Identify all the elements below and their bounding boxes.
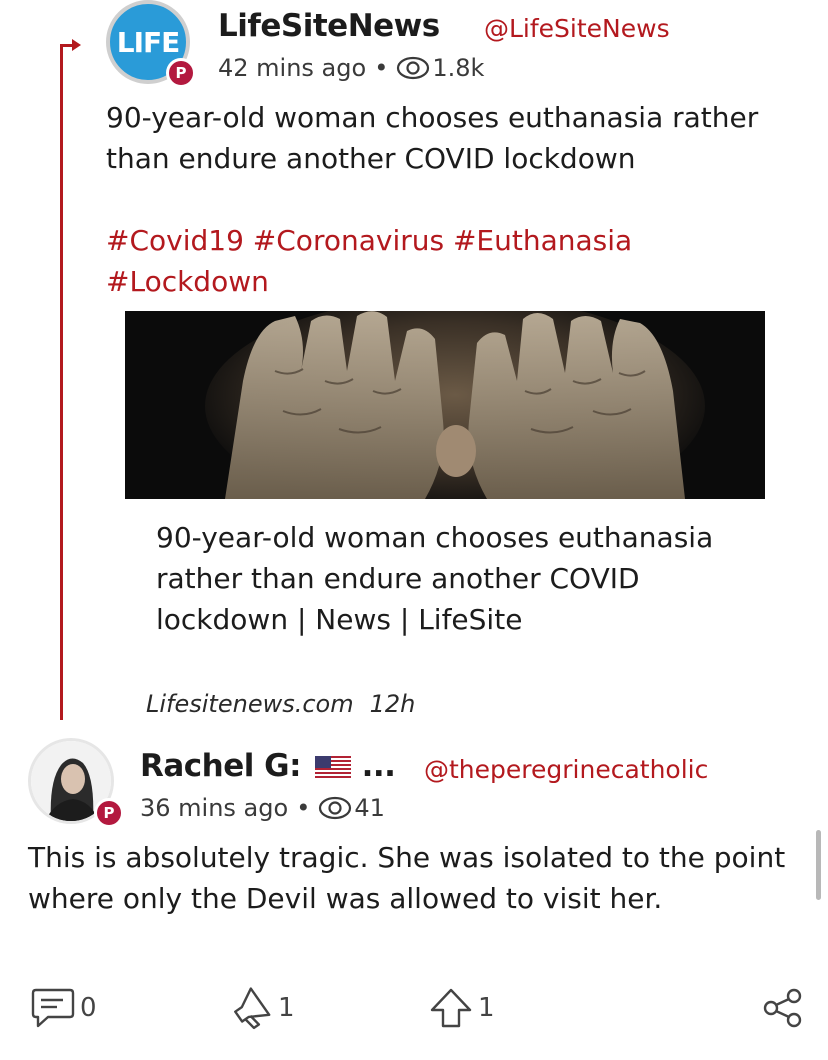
post-body: 90-year-old woman chooses euthanasia rat… bbox=[106, 101, 759, 175]
upvote-count: 1 bbox=[478, 993, 495, 1023]
post-meta: 36 mins ago • 41 bbox=[140, 794, 385, 822]
link-domain: Lifesitenews.com bbox=[146, 690, 354, 718]
share-icon bbox=[763, 988, 802, 1028]
author-name-text: Rachel G: bbox=[140, 748, 302, 784]
us-flag-icon bbox=[315, 755, 352, 780]
echo-arrow-icon bbox=[72, 39, 81, 51]
echo-connector-line bbox=[60, 44, 63, 720]
scrollbar[interactable] bbox=[816, 830, 821, 900]
action-bar: 0 1 1 bbox=[0, 984, 828, 1034]
upvote-arrow-icon bbox=[430, 988, 472, 1028]
link-age: 12h bbox=[369, 690, 416, 718]
meta-separator: • bbox=[374, 54, 389, 82]
post-meta: 42 mins ago • 1.8k bbox=[218, 54, 484, 82]
author-handle[interactable]: @theperegrinecatholic bbox=[424, 755, 708, 784]
share-button[interactable] bbox=[760, 986, 810, 1030]
post-time: 36 mins ago bbox=[140, 794, 289, 822]
view-count: 1.8k bbox=[432, 54, 485, 82]
meta-separator: • bbox=[296, 794, 311, 822]
parler-badge-icon: P bbox=[166, 58, 196, 88]
echo-button[interactable]: 1 bbox=[228, 986, 295, 1030]
post-time: 42 mins ago bbox=[218, 54, 367, 82]
view-count: 41 bbox=[354, 794, 385, 822]
views-eye-icon bbox=[397, 56, 430, 80]
reply-body: This is absolutely tragic. She was isola… bbox=[28, 841, 786, 915]
upvote-button[interactable]: 1 bbox=[428, 986, 495, 1030]
link-preview-title[interactable]: 90-year-old woman chooses euthanasia rat… bbox=[156, 517, 746, 640]
parler-badge-icon: P bbox=[94, 798, 124, 828]
comment-icon bbox=[31, 988, 75, 1028]
author-name-ellipsis: ... bbox=[361, 748, 396, 784]
link-preview-source: Lifesitenews.com 12h bbox=[146, 690, 431, 718]
comment-button[interactable]: 0 bbox=[30, 986, 97, 1030]
comment-count: 0 bbox=[80, 993, 97, 1023]
author-handle[interactable]: @LifeSiteNews bbox=[484, 14, 670, 43]
echo-megaphone-icon bbox=[234, 987, 271, 1030]
post-hashtags[interactable]: #Covid19 #Coronavirus #Euthanasia #Lockd… bbox=[106, 220, 796, 302]
link-preview-image[interactable] bbox=[125, 311, 765, 499]
echo-count: 1 bbox=[278, 993, 295, 1023]
views-eye-icon bbox=[319, 796, 352, 820]
author-name[interactable]: Rachel G: ... bbox=[140, 748, 396, 784]
life-logo-text: LIFE bbox=[116, 25, 181, 59]
author-name[interactable]: LifeSiteNews bbox=[218, 8, 440, 44]
